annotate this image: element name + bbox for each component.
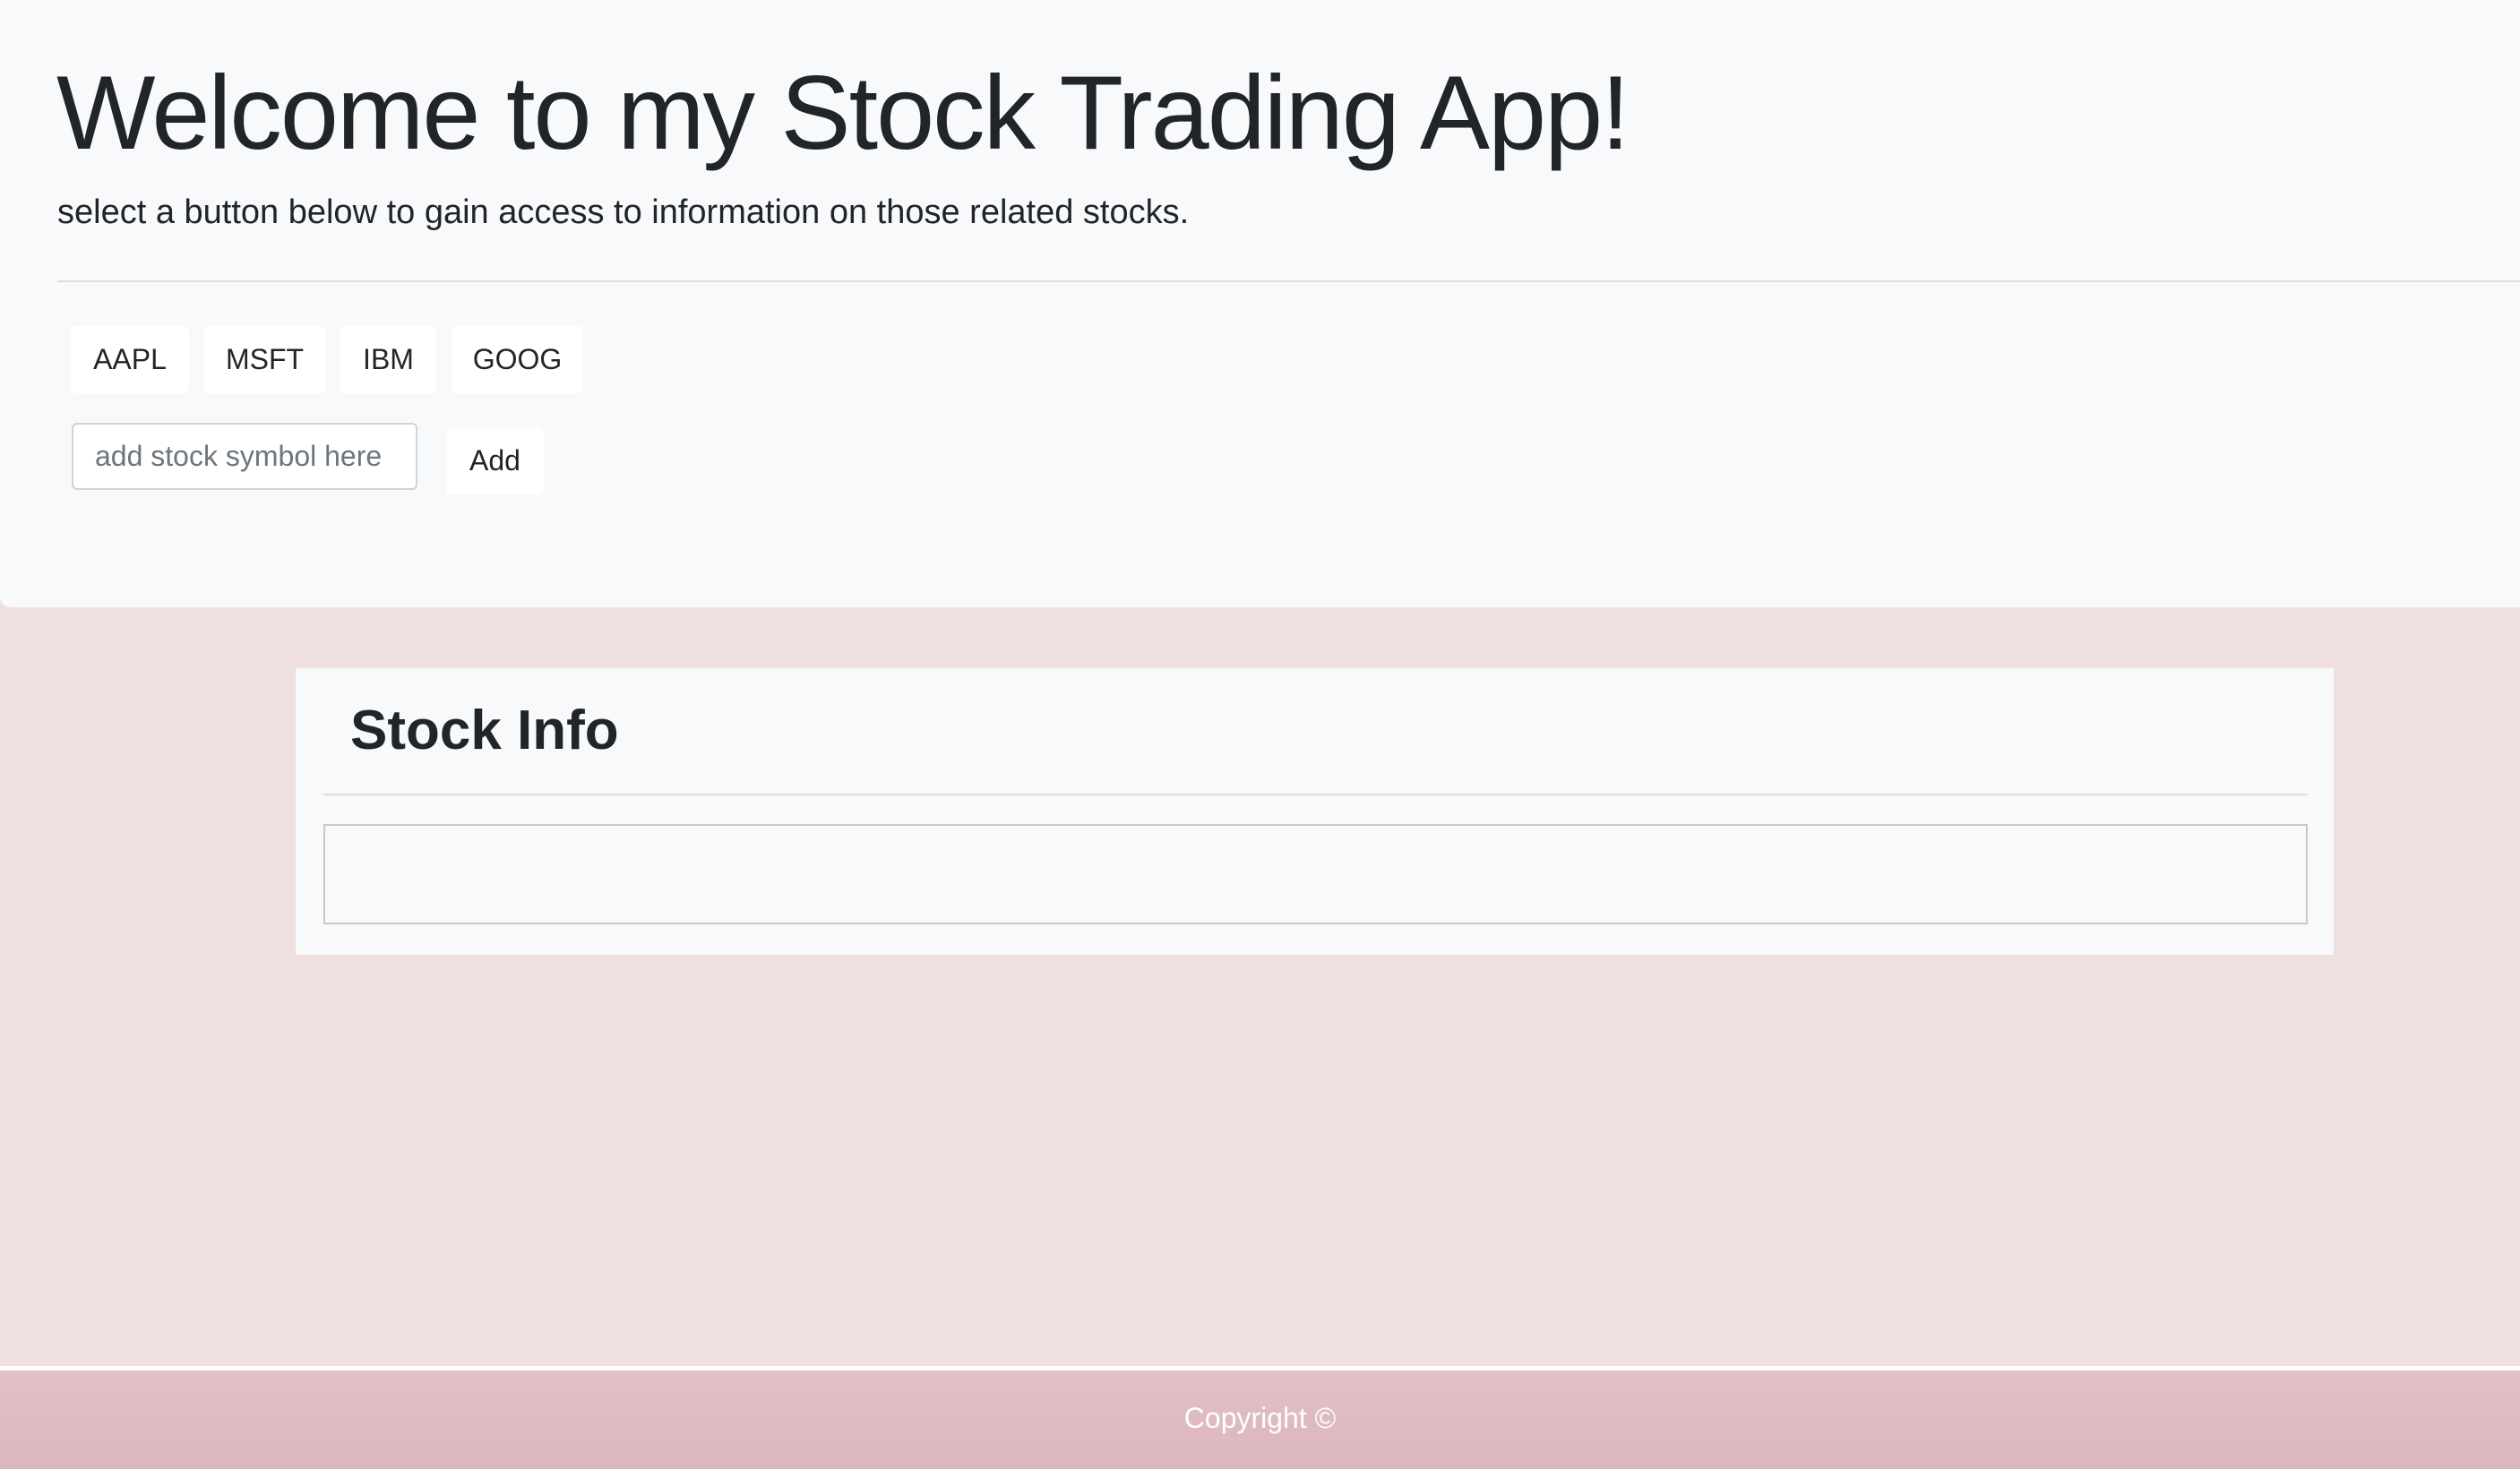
stock-info-title: Stock Info [350, 700, 619, 761]
stock-info-content [323, 824, 2308, 924]
stock-info-divider [323, 794, 2308, 795]
header-divider [57, 280, 2520, 282]
add-stock-button[interactable]: Add [446, 427, 544, 494]
page-title: Welcome to my Stock Trading App! [56, 54, 1630, 171]
jumbotron-header: Welcome to my Stock Trading App! select … [0, 0, 2520, 607]
footer: Copyright © [0, 1370, 2520, 1469]
page-subtitle: select a button below to gain access to … [57, 193, 1190, 231]
stock-button-aapl[interactable]: AAPL [71, 326, 189, 393]
stock-button-ibm[interactable]: IBM [340, 326, 436, 393]
stock-info-card: Stock Info [296, 668, 2334, 955]
stock-button-goog[interactable]: GOOG [452, 326, 582, 393]
copyright-text: Copyright © [1183, 1402, 1337, 1434]
stock-symbol-input[interactable] [72, 423, 417, 490]
stock-button-msft[interactable]: MSFT [204, 326, 325, 393]
